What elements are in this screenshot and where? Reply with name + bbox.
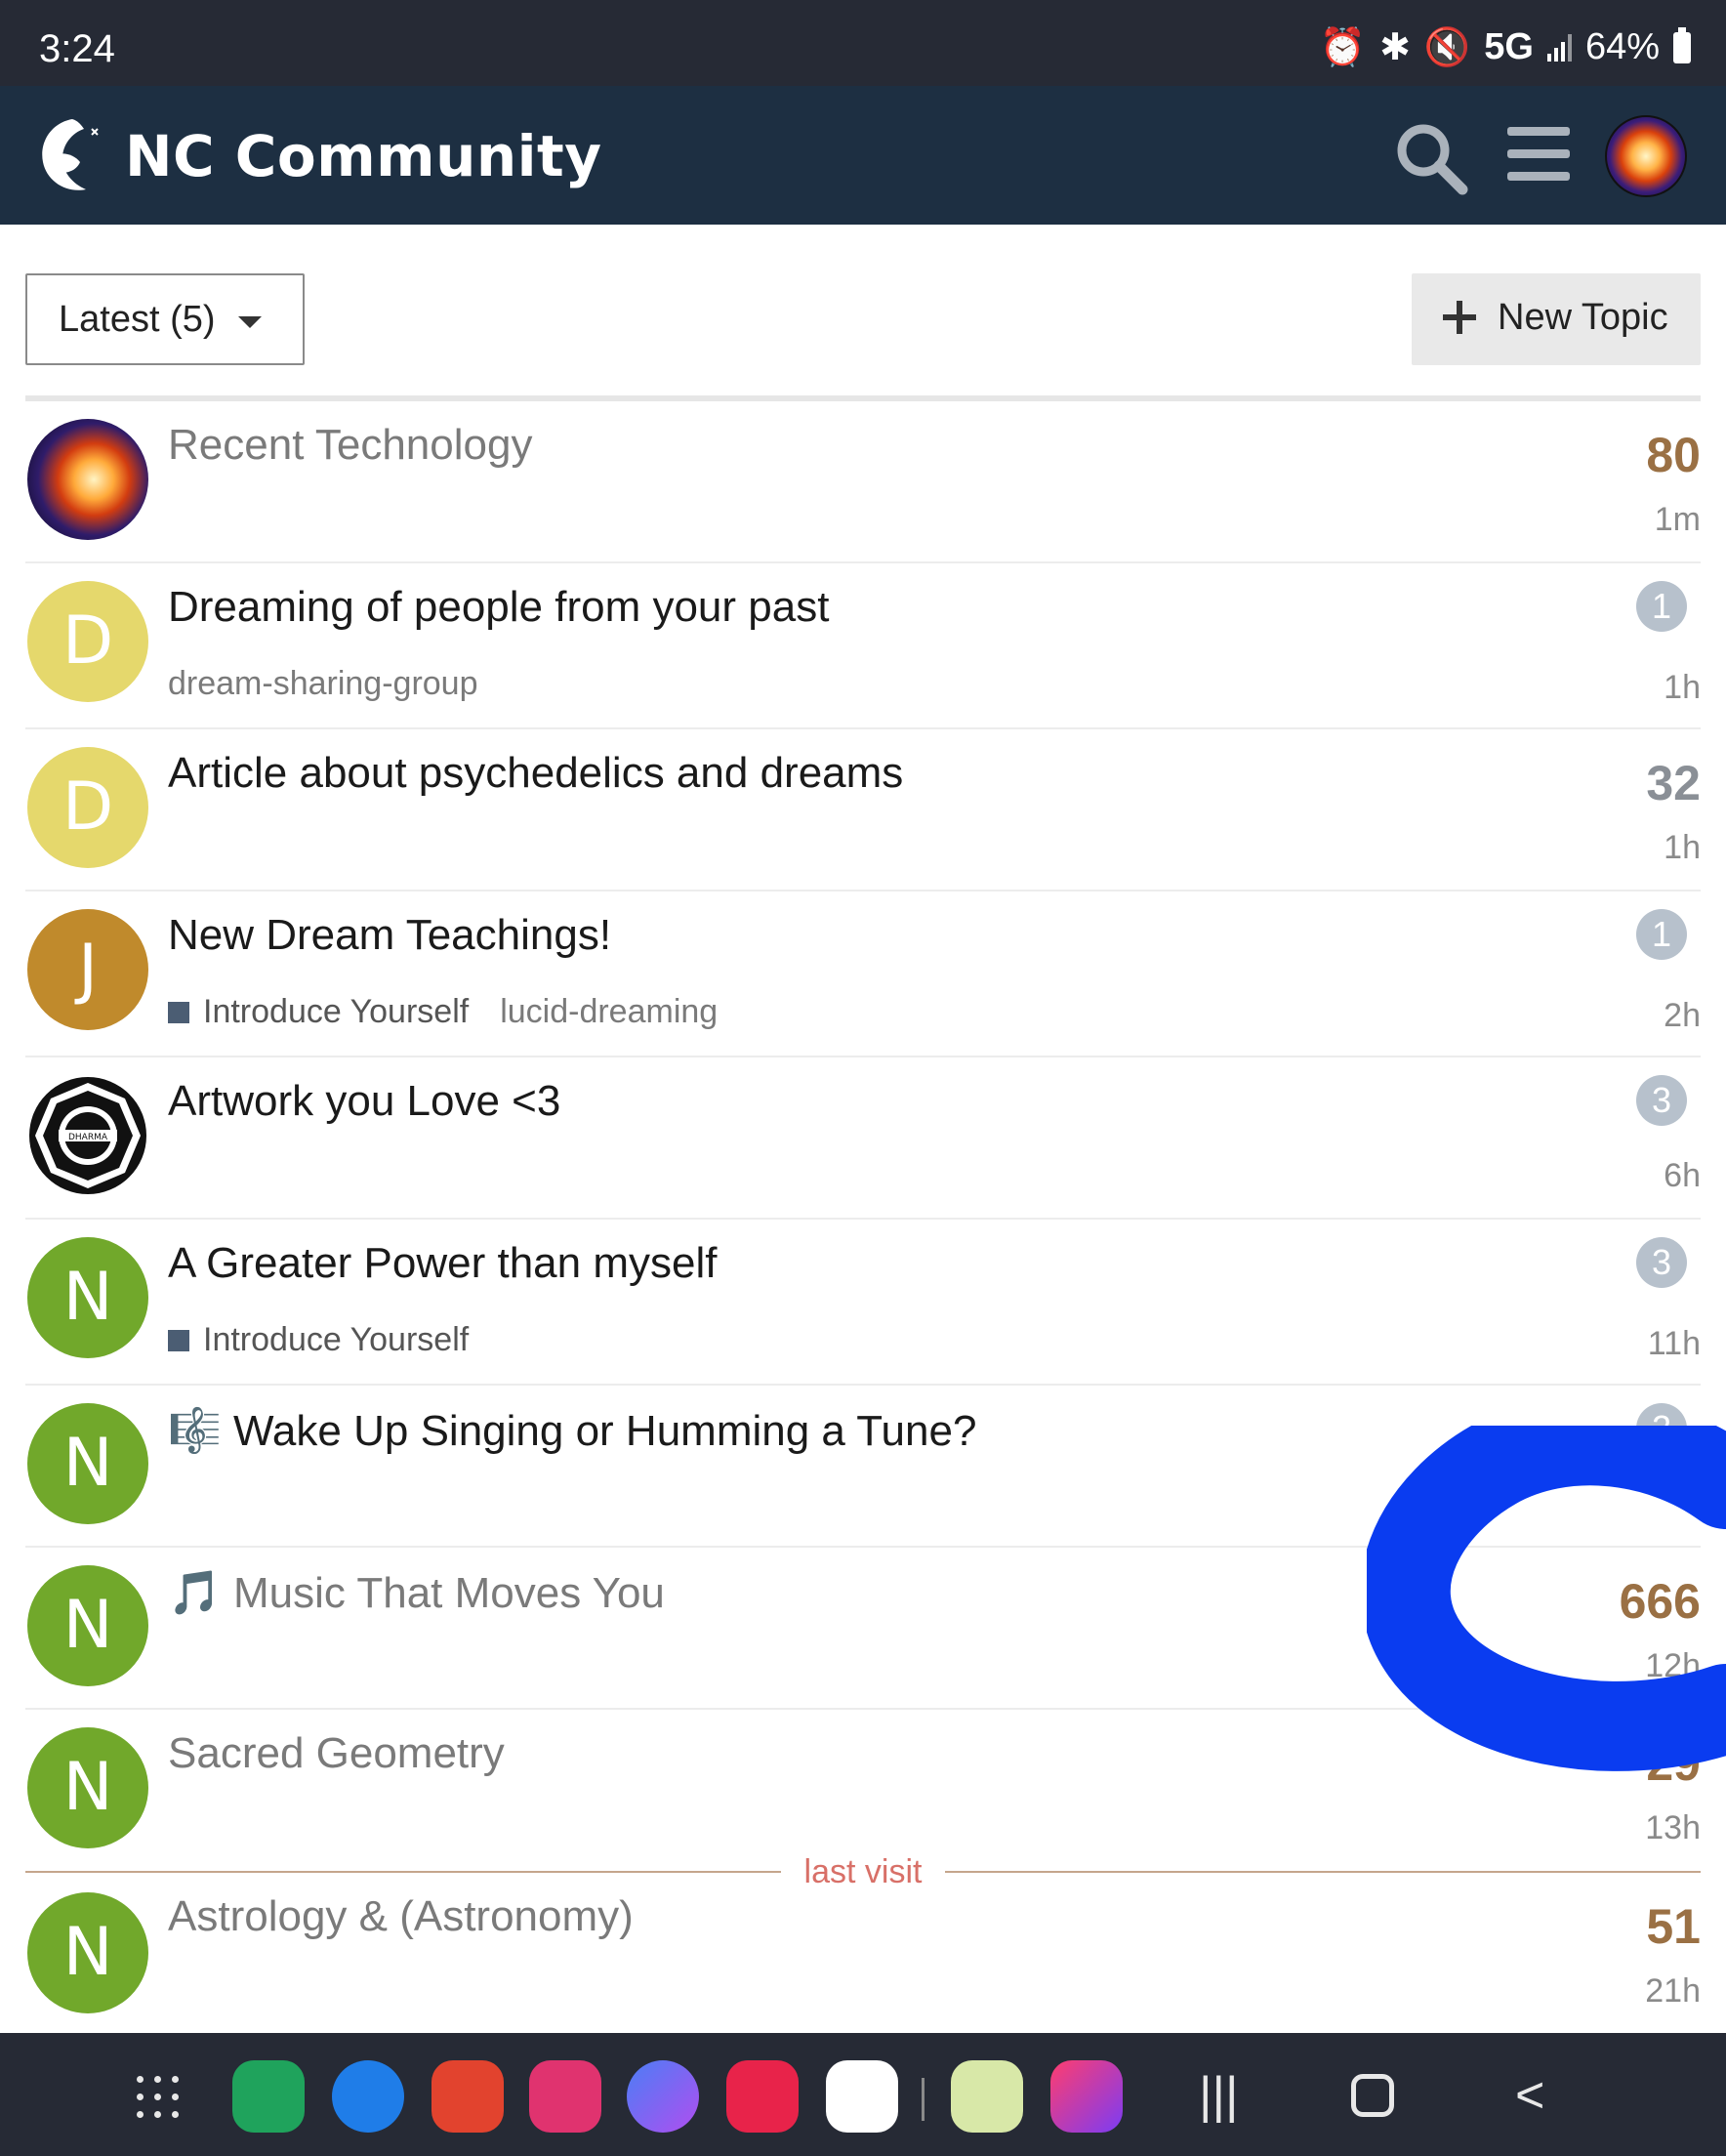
notes-app-icon[interactable]: [432, 2060, 504, 2133]
activity-age[interactable]: 12h: [1645, 1647, 1701, 1685]
reply-count[interactable]: 666: [1620, 1573, 1701, 1630]
category-link[interactable]: Introduce Yourself: [203, 993, 469, 1030]
poster-avatar[interactable]: N: [27, 1565, 148, 1686]
activity-age[interactable]: 1h: [1664, 669, 1701, 707]
filter-label: Latest (5): [59, 299, 216, 340]
poster-avatar[interactable]: [27, 419, 148, 540]
new-topic-button[interactable]: New Topic: [1412, 273, 1701, 365]
topic-meta: Introduce Yourself lucid-dreaming: [168, 993, 718, 1031]
back-icon[interactable]: <: [1515, 2066, 1544, 2125]
music-score-icon: 🎼: [168, 1407, 222, 1455]
activity-age[interactable]: 6h: [1664, 1157, 1701, 1195]
new-topic-label: New Topic: [1498, 297, 1668, 338]
site-logo-icon[interactable]: [33, 115, 109, 195]
topic-filter-dropdown[interactable]: Latest (5): [25, 273, 305, 365]
activity-age[interactable]: 2h: [1664, 997, 1701, 1035]
reply-count[interactable]: 51: [1646, 1898, 1701, 1955]
user-avatar[interactable]: [1605, 115, 1687, 197]
unread-badge[interactable]: 1: [1636, 581, 1687, 632]
topic-title[interactable]: Dreaming of people from your past: [168, 583, 829, 632]
activity-age[interactable]: 13h: [1645, 1809, 1701, 1847]
home-icon[interactable]: [1351, 2074, 1394, 2117]
messages-app-icon[interactable]: [332, 2060, 404, 2133]
poster-avatar[interactable]: J: [27, 909, 148, 1030]
status-icons: ⏰ ✱ 🔇 5G 64%: [1320, 25, 1691, 69]
topic-row[interactable]: N A Greater Power than myself Introduce …: [25, 1222, 1701, 1386]
topic-row[interactable]: D Dreaming of people from your past drea…: [25, 565, 1701, 729]
status-bar: 3:24 ⏰ ✱ 🔇 5G 64%: [0, 0, 1726, 86]
poster-avatar[interactable]: N: [27, 1727, 148, 1848]
character-app-icon[interactable]: [951, 2060, 1023, 2133]
topic-row[interactable]: Recent Technology 80 1m: [25, 403, 1701, 563]
last-visit-label: last visit: [781, 1853, 945, 1891]
poster-avatar[interactable]: N: [27, 1403, 148, 1524]
hamburger-menu-icon[interactable]: [1507, 127, 1570, 186]
topic-meta: Introduce Yourself: [168, 1321, 469, 1359]
topic-row[interactable]: DHARMA Artwork you Love <3 3 6h: [25, 1059, 1701, 1220]
flower-app-icon[interactable]: [529, 2060, 601, 2133]
messenger-app-icon[interactable]: [627, 2060, 699, 2133]
reply-count[interactable]: 80: [1646, 427, 1701, 483]
search-icon[interactable]: [1394, 121, 1468, 195]
topic-title[interactable]: Artwork you Love <3: [168, 1077, 560, 1126]
activity-age[interactable]: 21h: [1645, 1972, 1701, 2011]
bing-app-icon[interactable]: [826, 2060, 898, 2133]
topic-tag[interactable]: dream-sharing-group: [168, 665, 478, 703]
reply-count[interactable]: 29: [1646, 1735, 1701, 1792]
topic-row[interactable]: N 🎵 Music That Moves You 666 12h: [25, 1550, 1701, 1710]
topic-title[interactable]: Astrology & (Astronomy): [168, 1892, 634, 1941]
status-time: 3:24: [39, 27, 115, 70]
app-drawer-icon[interactable]: [137, 2076, 180, 2119]
reply-count[interactable]: 32: [1646, 755, 1701, 811]
network-label: 5G: [1484, 26, 1534, 67]
battery-label: 64%: [1584, 26, 1660, 67]
category-link[interactable]: Introduce Yourself: [203, 1321, 469, 1358]
site-header: NC Community: [0, 86, 1726, 225]
phone-app-icon[interactable]: [232, 2060, 305, 2133]
poster-avatar[interactable]: N: [27, 1237, 148, 1358]
plus-icon: [1441, 299, 1478, 336]
topic-title[interactable]: 🎵 Music That Moves You: [168, 1567, 665, 1618]
dharma-logo-avatar[interactable]: DHARMA: [27, 1075, 148, 1196]
topic-title[interactable]: A Greater Power than myself: [168, 1239, 717, 1288]
topic-tag[interactable]: lucid-dreaming: [500, 993, 718, 1030]
recent-apps-icon[interactable]: |||: [1199, 2066, 1239, 2125]
topic-title[interactable]: Article about psychedelics and dreams: [168, 749, 903, 798]
list-divider: [25, 395, 1701, 401]
topic-row[interactable]: J New Dream Teachings! Introduce Yoursel…: [25, 893, 1701, 1057]
activity-age[interactable]: 1h: [1664, 829, 1701, 867]
music-note-icon: 🎵: [168, 1569, 222, 1617]
poster-avatar[interactable]: D: [27, 747, 148, 868]
topic-row[interactable]: D Article about psychedelics and dreams …: [25, 731, 1701, 891]
picsart-app-icon[interactable]: [1050, 2060, 1123, 2133]
unread-badge[interactable]: 2: [1636, 1403, 1687, 1454]
topic-title[interactable]: Recent Technology: [168, 421, 532, 470]
bluetooth-icon: ✱: [1379, 27, 1411, 68]
caret-down-icon: [238, 316, 262, 328]
topic-title[interactable]: Sacred Geometry: [168, 1729, 505, 1778]
topic-title[interactable]: New Dream Teachings!: [168, 911, 611, 960]
unread-badge[interactable]: 3: [1636, 1237, 1687, 1288]
mute-icon: 🔇: [1423, 26, 1471, 68]
category-color-icon: [168, 1002, 189, 1023]
poster-avatar[interactable]: N: [27, 1892, 148, 2013]
topic-title[interactable]: 🎼 Wake Up Singing or Humming a Tune?: [168, 1405, 976, 1456]
android-nav-bar: ||| <: [0, 2033, 1726, 2156]
activity-age[interactable]: 11h: [1648, 1325, 1701, 1363]
activity-age[interactable]: 1m: [1655, 501, 1701, 539]
svg-text:DHARMA: DHARMA: [68, 1133, 108, 1142]
category-color-icon: [168, 1330, 189, 1351]
topic-row[interactable]: N Sacred Geometry 29 13h: [25, 1712, 1701, 1872]
dock-separator: [922, 2078, 925, 2121]
battery-icon: [1673, 26, 1691, 63]
signal-icon: [1546, 33, 1572, 62]
site-title[interactable]: NC Community: [125, 123, 602, 189]
topic-row[interactable]: N 🎼 Wake Up Singing or Humming a Tune? 2: [25, 1388, 1701, 1548]
unread-badge[interactable]: 1: [1636, 909, 1687, 960]
unread-badge[interactable]: 3: [1636, 1075, 1687, 1126]
camera-app-icon[interactable]: [726, 2060, 799, 2133]
poster-avatar[interactable]: D: [27, 581, 148, 702]
alarm-icon: ⏰: [1319, 26, 1367, 68]
topic-row[interactable]: N Astrology & (Astronomy) 51 21h: [25, 1875, 1701, 2033]
